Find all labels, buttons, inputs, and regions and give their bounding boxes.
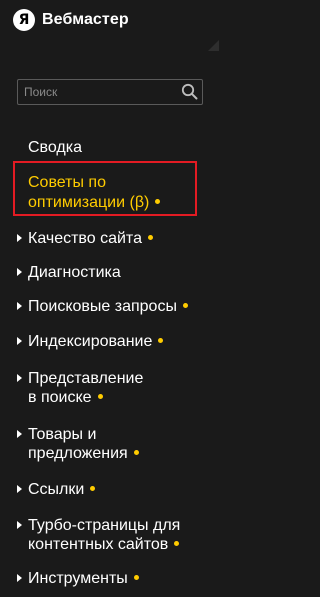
menu-item-label-text: Инструменты [28, 570, 128, 587]
new-indicator-dot [182, 303, 188, 309]
menu-item-label-text: Ссылки [28, 481, 85, 498]
expand-arrow-icon[interactable] [17, 337, 22, 345]
expand-arrow-icon[interactable] [17, 268, 22, 276]
menu-item-label-text: Качество сайта [28, 230, 142, 247]
search-icon[interactable] [181, 83, 198, 100]
menu-item-label: Сводка [28, 139, 83, 156]
menu-item-label: Индексирование [28, 332, 164, 351]
expand-arrow-icon[interactable] [17, 430, 22, 438]
expand-arrow-icon[interactable] [17, 574, 22, 582]
menu-item-indexing[interactable]: Индексирование [0, 331, 219, 353]
menu-item-label-text: Поисковые запросы [28, 298, 177, 315]
new-indicator-dot [97, 394, 103, 400]
menu-item-label-text: предложения [28, 445, 128, 462]
search-box [17, 79, 203, 105]
new-indicator-dot [90, 486, 96, 492]
menu-item-label-text: Индексирование [28, 333, 153, 350]
menu-item-label: Товары и [28, 426, 97, 443]
menu-item-products[interactable]: Товары и предложения [0, 424, 219, 464]
menu-item-optimization-tips[interactable]: Советы по оптимизации (β) [0, 171, 219, 211]
menu-item-label: Инструменты [28, 569, 139, 588]
new-indicator-dot [133, 450, 139, 456]
menu-item-tools[interactable]: Инструменты [0, 568, 219, 590]
menu-item-label-text: оптимизации (β) [28, 194, 150, 211]
search-input[interactable] [18, 80, 168, 104]
menu-item-label: Ссылки [28, 480, 96, 499]
expand-arrow-icon[interactable] [17, 234, 22, 242]
menu-item-label-2: оптимизации (β) [28, 193, 161, 212]
menu-item-search-queries[interactable]: Поисковые запросы [0, 296, 219, 318]
expand-arrow-icon[interactable] [17, 521, 22, 529]
menu-item-label-text: в поиске [28, 389, 92, 406]
menu-item-label: Советы по [28, 174, 106, 191]
menu-item-diagnostics[interactable]: Диагностика [0, 262, 219, 284]
menu-item-search-appearance[interactable]: Представление в поиске [0, 368, 219, 408]
app-title[interactable]: Вебмастер [42, 10, 129, 30]
new-indicator-dot [174, 541, 180, 547]
menu-item-summary[interactable]: Сводка [0, 137, 219, 159]
collapse-sidebar-icon[interactable] [208, 40, 219, 51]
expand-arrow-icon[interactable] [17, 302, 22, 310]
menu-item-label-2: в поиске [28, 388, 103, 407]
yandex-logo[interactable]: Я [13, 9, 35, 31]
menu-item-label-text: контентных сайтов [28, 536, 169, 553]
menu-item-links[interactable]: Ссылки [0, 479, 219, 501]
sidebar: Я Вебмастер Сводка Советы по оптимизации… [0, 0, 219, 597]
menu-item-label: Турбо-страницы для [28, 517, 181, 534]
new-indicator-dot [147, 235, 153, 241]
menu-item-label: Поисковые запросы [28, 297, 188, 316]
menu-item-label: Представление [28, 370, 144, 387]
expand-arrow-icon[interactable] [17, 374, 22, 382]
menu-item-label-2: предложения [28, 444, 139, 463]
menu-item-label: Диагностика [28, 264, 121, 281]
new-indicator-dot [133, 575, 139, 581]
menu-item-label: Качество сайта [28, 229, 153, 248]
expand-arrow-icon[interactable] [17, 485, 22, 493]
menu-item-turbo-pages[interactable]: Турбо-страницы для контентных сайтов [0, 515, 219, 555]
header: Я Вебмастер [0, 0, 219, 51]
menu-item-label-2: контентных сайтов [28, 535, 180, 554]
menu-item-site-quality[interactable]: Качество сайта [0, 228, 219, 250]
new-indicator-dot [155, 199, 161, 205]
new-indicator-dot [158, 338, 164, 344]
